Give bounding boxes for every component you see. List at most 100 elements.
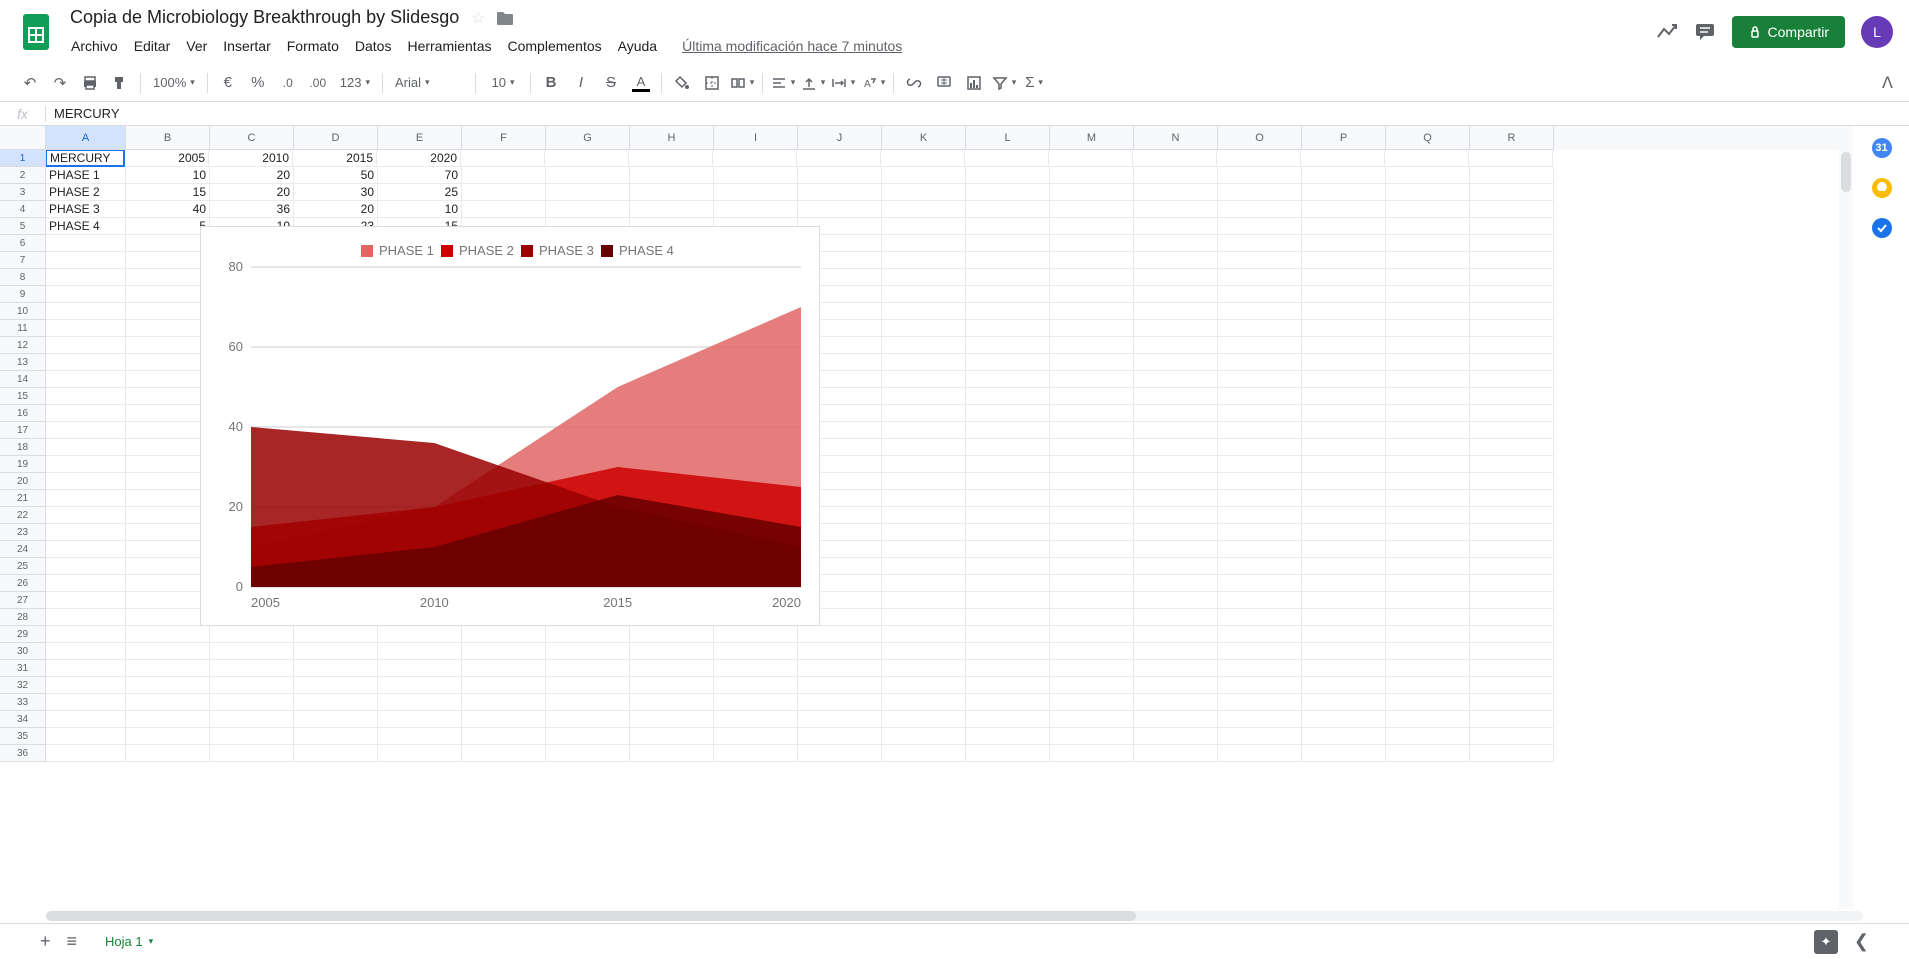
cell-R9[interactable] [1470,286,1554,303]
cell-A8[interactable] [46,269,126,286]
cell-M11[interactable] [1050,320,1134,337]
cell-A22[interactable] [46,507,126,524]
cell-A6[interactable] [46,235,126,252]
cell-I31[interactable] [714,660,798,677]
cell-A32[interactable] [46,677,126,694]
menu-complementos[interactable]: Complementos [500,34,608,58]
cell-N17[interactable] [1134,422,1218,439]
cell-O29[interactable] [1218,626,1302,643]
cell-B21[interactable] [126,490,210,507]
cell-M23[interactable] [1050,524,1134,541]
sheet-tab-1[interactable]: Hoja 1 [93,928,165,955]
strike-button[interactable]: S [597,69,625,97]
row-header-25[interactable]: 25 [0,558,46,575]
cell-N31[interactable] [1134,660,1218,677]
cell-A5[interactable]: PHASE 4 [46,218,126,235]
cell-O21[interactable] [1218,490,1302,507]
cell-F29[interactable] [462,626,546,643]
cell-B4[interactable]: 40 [126,201,210,218]
cell-N20[interactable] [1134,473,1218,490]
cell-N1[interactable] [1133,150,1217,167]
cell-A3[interactable]: PHASE 2 [46,184,126,201]
currency-button[interactable]: € [214,69,242,97]
cell-M19[interactable] [1050,456,1134,473]
cell-Q19[interactable] [1386,456,1470,473]
cell-M3[interactable] [1050,184,1134,201]
cell-M27[interactable] [1050,592,1134,609]
row-header-17[interactable]: 17 [0,422,46,439]
cell-L19[interactable] [966,456,1050,473]
cell-E4[interactable]: 10 [378,201,462,218]
cell-P28[interactable] [1302,609,1386,626]
cell-Q14[interactable] [1386,371,1470,388]
row-header-31[interactable]: 31 [0,660,46,677]
cell-Q16[interactable] [1386,405,1470,422]
cell-N10[interactable] [1134,303,1218,320]
cell-M2[interactable] [1050,167,1134,184]
cell-R15[interactable] [1470,388,1554,405]
row-header-36[interactable]: 36 [0,745,46,762]
redo-button[interactable]: ↷ [46,69,74,97]
cell-E34[interactable] [378,711,462,728]
cell-D35[interactable] [294,728,378,745]
cell-A19[interactable] [46,456,126,473]
cell-G36[interactable] [546,745,630,762]
cell-M35[interactable] [1050,728,1134,745]
cell-N4[interactable] [1134,201,1218,218]
cell-R21[interactable] [1470,490,1554,507]
cell-Q28[interactable] [1386,609,1470,626]
cell-A4[interactable]: PHASE 3 [46,201,126,218]
cell-C33[interactable] [210,694,294,711]
cell-L21[interactable] [966,490,1050,507]
cell-P11[interactable] [1302,320,1386,337]
cell-Q9[interactable] [1386,286,1470,303]
row-header-20[interactable]: 20 [0,473,46,490]
cell-B24[interactable] [126,541,210,558]
cell-O2[interactable] [1218,167,1302,184]
cell-N24[interactable] [1134,541,1218,558]
cell-R5[interactable] [1470,218,1554,235]
cell-B36[interactable] [126,745,210,762]
cell-R18[interactable] [1470,439,1554,456]
cell-A18[interactable] [46,439,126,456]
cell-Q31[interactable] [1386,660,1470,677]
cell-R1[interactable] [1469,150,1553,167]
cell-P29[interactable] [1302,626,1386,643]
cell-D32[interactable] [294,677,378,694]
row-header-18[interactable]: 18 [0,439,46,456]
cell-L18[interactable] [966,439,1050,456]
cell-Q13[interactable] [1386,354,1470,371]
cell-P25[interactable] [1302,558,1386,575]
cell-D31[interactable] [294,660,378,677]
cell-Q22[interactable] [1386,507,1470,524]
cell-L6[interactable] [966,235,1050,252]
cell-L1[interactable] [965,150,1049,167]
cell-Q32[interactable] [1386,677,1470,694]
cell-Q5[interactable] [1386,218,1470,235]
cell-J33[interactable] [798,694,882,711]
cell-D36[interactable] [294,745,378,762]
cell-M14[interactable] [1050,371,1134,388]
cell-M31[interactable] [1050,660,1134,677]
cell-R7[interactable] [1470,252,1554,269]
cell-R27[interactable] [1470,592,1554,609]
cell-A26[interactable] [46,575,126,592]
row-header-33[interactable]: 33 [0,694,46,711]
cell-P18[interactable] [1302,439,1386,456]
cell-E30[interactable] [378,643,462,660]
cell-P32[interactable] [1302,677,1386,694]
cell-E31[interactable] [378,660,462,677]
cell-N36[interactable] [1134,745,1218,762]
cell-M32[interactable] [1050,677,1134,694]
cell-L2[interactable] [966,167,1050,184]
cell-A7[interactable] [46,252,126,269]
insert-comment-button[interactable] [930,69,958,97]
cell-K16[interactable] [882,405,966,422]
cell-F2[interactable] [462,167,546,184]
cell-B8[interactable] [126,269,210,286]
cell-F35[interactable] [462,728,546,745]
cell-M17[interactable] [1050,422,1134,439]
cell-B16[interactable] [126,405,210,422]
cell-M36[interactable] [1050,745,1134,762]
row-header-1[interactable]: 1 [0,150,46,167]
